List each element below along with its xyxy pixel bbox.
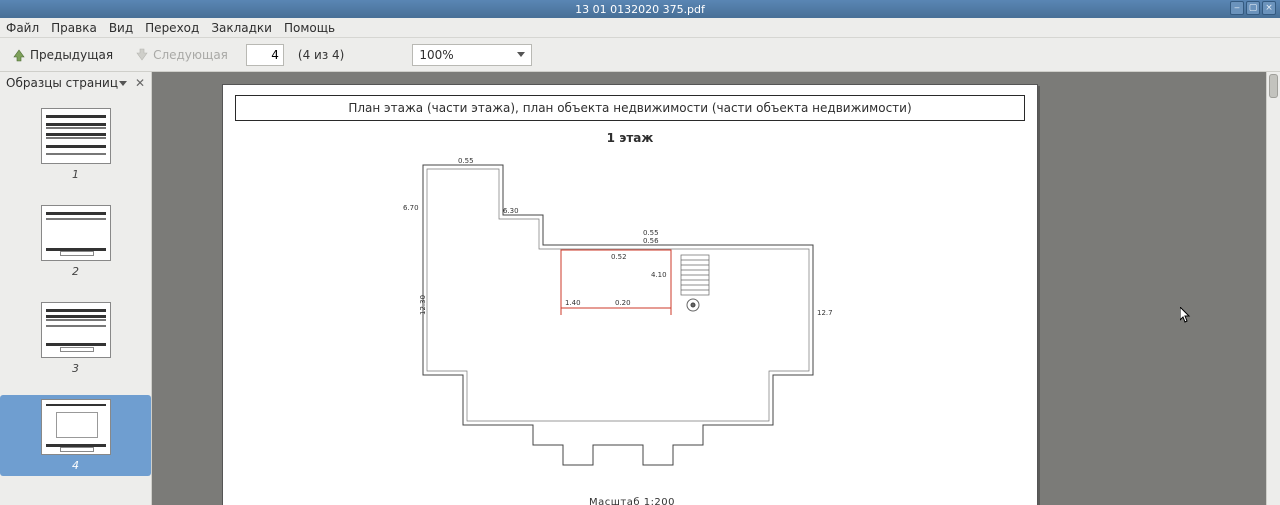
prev-page-label: Предыдущая: [30, 48, 113, 62]
svg-text:0.55: 0.55: [458, 157, 474, 165]
svg-text:4.10: 4.10: [651, 271, 667, 279]
menu-bar: Файл Правка Вид Переход Закладки Помощь: [0, 18, 1280, 38]
menu-view[interactable]: Вид: [109, 21, 133, 35]
svg-text:0.55: 0.55: [643, 229, 659, 237]
svg-text:6.30: 6.30: [503, 207, 519, 215]
thumbnail-4[interactable]: 4: [0, 395, 151, 476]
prev-page-button[interactable]: Предыдущая: [8, 45, 117, 65]
zoom-value: 100%: [419, 48, 453, 62]
pdf-page: План этажа (части этажа), план объекта н…: [222, 84, 1038, 505]
floor-label: 1 этаж: [223, 131, 1037, 145]
page-header: План этажа (части этажа), план объекта н…: [235, 95, 1025, 121]
svg-text:12.30: 12.30: [419, 295, 427, 315]
svg-text:0.52: 0.52: [611, 253, 627, 261]
thumbnail-3[interactable]: 3: [0, 298, 151, 379]
page-number-input[interactable]: [246, 44, 284, 66]
thumbnail-2[interactable]: 2: [0, 201, 151, 282]
sidebar-dropdown-icon[interactable]: [119, 81, 127, 86]
sidebar-header: Образцы страниц ✕: [0, 72, 151, 94]
next-page-label: Следующая: [153, 48, 228, 62]
minimize-button[interactable]: ‒: [1230, 1, 1244, 15]
svg-text:1.40: 1.40: [565, 299, 581, 307]
menu-go[interactable]: Переход: [145, 21, 199, 35]
menu-file[interactable]: Файл: [6, 21, 39, 35]
close-button[interactable]: ×: [1262, 1, 1276, 15]
scrollbar-thumb[interactable]: [1269, 74, 1278, 98]
menu-edit[interactable]: Правка: [51, 21, 97, 35]
svg-text:6.70: 6.70: [403, 204, 419, 212]
maximize-button[interactable]: ▢: [1246, 1, 1260, 15]
mouse-cursor-icon: [1180, 307, 1192, 325]
sidebar-title: Образцы страниц: [6, 76, 118, 90]
thumbnail-list: 1 2 3: [0, 94, 151, 505]
window-titlebar: 13 01 0132020 375.pdf ‒ ▢ ×: [0, 0, 1280, 18]
svg-text:0.20: 0.20: [615, 299, 631, 307]
thumbnail-label: 1: [72, 168, 79, 181]
page-count-label: (4 из 4): [298, 48, 344, 62]
sidebar-close-icon[interactable]: ✕: [135, 76, 145, 90]
next-page-button: Следующая: [131, 45, 232, 65]
arrow-up-icon: [12, 48, 26, 62]
menu-help[interactable]: Помощь: [284, 21, 335, 35]
scale-label: Масштаб 1:200: [589, 497, 675, 505]
svg-text:12.70: 12.70: [817, 309, 833, 317]
thumbnail-1[interactable]: 1: [0, 104, 151, 185]
thumbnail-label: 2: [72, 265, 79, 278]
floor-plan: 6.70 6.30 12.30 12.70 4.10 1.40 0.55 0.5…: [403, 145, 833, 485]
vertical-scrollbar[interactable]: [1266, 72, 1280, 505]
toolbar: Предыдущая Следующая (4 из 4) 100%: [0, 38, 1280, 72]
sidebar: Образцы страниц ✕ 1: [0, 72, 152, 505]
menu-bookmarks[interactable]: Закладки: [211, 21, 272, 35]
svg-text:0.56: 0.56: [643, 237, 659, 245]
arrow-down-icon: [135, 48, 149, 62]
thumbnail-label: 4: [72, 459, 79, 472]
chevron-down-icon: [517, 52, 525, 57]
document-view[interactable]: План этажа (части этажа), план объекта н…: [152, 72, 1280, 505]
window-title: 13 01 0132020 375.pdf: [575, 3, 705, 16]
zoom-select[interactable]: 100%: [412, 44, 532, 66]
thumbnail-label: 3: [72, 362, 79, 375]
window-controls: ‒ ▢ ×: [1230, 1, 1276, 15]
